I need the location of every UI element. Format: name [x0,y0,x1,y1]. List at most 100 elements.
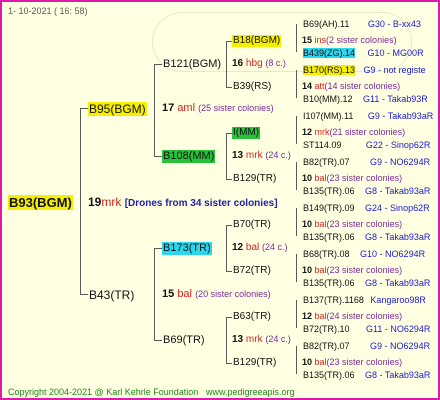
gen4-bee[interactable]: B135(TR).06 G8 - Takab93aR [302,278,431,289]
connector-line [80,108,88,109]
gg-sis: (14 sister colonies) [324,81,401,91]
gg-parent-bee-name[interactable]: B18(BGM) [232,35,282,47]
parent-info: 15 bal (20 sister colonies) [162,289,271,300]
gen4-bee[interactable]: B170(RS).13 G9 - not registe [302,65,427,76]
gen4-ref: G22 - Sinop62R [365,140,431,150]
gg-parent-info: 12 bal(24 sister colonies) [302,312,402,321]
root-bee-name[interactable]: B93(BGM) [8,195,73,210]
gen4-ref: Kangaroo98R [370,295,426,305]
gg-mark: bal [314,173,327,183]
gg-mark: bal [314,219,327,229]
gen4-name: B439(ZG).14 [303,48,356,58]
gg-sis: (24 sister colonies) [326,311,403,321]
grandparent-mark: hbg [245,58,263,69]
gen4-bee[interactable]: B72(TR).10 G11 - NO6294R [302,324,431,335]
connector-line [296,70,297,98]
gen4-name: B82(TR).07 [303,341,350,351]
gg-num: 10 [302,219,313,229]
gen4-name: B170(RS).13 [303,65,356,75]
gen4-name: ST114.09 [303,140,342,150]
gg-num: 15 [302,35,313,45]
connector-line [80,108,81,294]
pedigree-frame: 1- 10-2021 ( 16: 58) B93(BGM) 19mrk [Dro… [0,0,440,400]
gen4-bee[interactable]: B135(TR).06 G8 - Takab93aR [302,232,431,243]
gen4-bee[interactable]: B137(TR).1168 Kangaroo98R [302,295,427,306]
gen4-bee[interactable]: B439(ZG).14 G10 - MG00R [302,48,425,59]
parent-num: 15 [162,288,175,300]
gen4-bee[interactable]: B10(MM).12 G11 - Takab93R [302,94,429,105]
connector-line [154,64,155,156]
root-info: 19mrk [Drones from 34 sister colonies] [88,196,278,209]
gg-mark: ins [314,35,327,45]
connector-line [154,248,162,249]
parent-bee-name[interactable]: B95(BGM) [88,102,147,116]
gen4-ref: G9 - not registe [363,65,426,75]
parent-mark: bal [177,288,192,300]
connector-line [226,225,227,271]
parent-mark: aml [177,102,196,114]
gg-sis: (23 sister colonies) [326,265,403,275]
gen4-bee[interactable]: I107(MM).11 G9 - Takab93aR [302,111,434,122]
gg-mark: bal [314,357,327,367]
grandparent-bee-name[interactable]: B69(TR) [162,334,206,347]
grandparent-num: 13 [232,150,244,161]
gen4-ref: G11 - NO6294R [366,324,431,334]
gen4-bee[interactable]: B68(TR).08 G10 - NO6294R [302,249,426,260]
gen4-bee[interactable]: B69(AH).11 G30 - B-xx43 [302,19,422,30]
grandparent-bee-name[interactable]: B121(BGM) [162,58,222,71]
connector-line [296,162,297,190]
gg-parent-bee-name[interactable]: B129(TR) [232,357,277,369]
gg-mark: att [314,81,325,91]
gg-parent-bee-name[interactable]: B63(TR) [232,311,272,323]
gg-parent-bee-name[interactable]: B70(TR) [232,219,272,231]
grandparent-info: 16 hbg (8 c.) [232,59,286,69]
gen4-bee[interactable]: B135(TR).06 G8 - Takab93aR [302,370,431,381]
connector-line [154,156,162,157]
connector-line [296,116,297,144]
gen4-bee[interactable]: B135(TR).06 G8 - Takab93aR [302,186,431,197]
copyright-text: Copyright 2004-2021 @ Karl Kehrle Founda… [8,387,199,397]
gg-sis: (23 sister colonies) [326,173,403,183]
gg-parent-bee-name[interactable]: B39(RS) [232,81,272,93]
grandparent-sis: (8 c.) [265,58,286,68]
connector-line [226,133,227,179]
connector-line [296,24,297,52]
gen4-ref: G8 - Takab93aR [365,186,431,196]
website-link[interactable]: www.pedigreeapis.org [206,388,295,397]
gg-num: 10 [302,173,313,183]
gen4-name: B72(TR).10 [303,324,350,334]
gg-num: 10 [302,265,313,275]
gg-parent-bee-name[interactable]: I(MM) [232,127,261,139]
grandparent-mark: bal [245,242,260,253]
gen4-name: B10(MM).12 [303,94,353,104]
gen4-ref: G8 - Takab93aR [365,278,431,288]
gg-num: 12 [302,127,313,137]
gen4-bee[interactable]: ST114.09 G22 - Sinop62R [302,140,431,151]
connector-line [296,346,297,374]
gg-parent-info: 10 bal(23 sister colonies) [302,220,402,229]
root-num: 19 [88,195,102,209]
grandparent-sis: (24 c.) [262,242,288,252]
connector-line [296,254,297,282]
grandparent-bee-name[interactable]: B108(MM) [162,150,216,163]
grandparent-num: 16 [232,58,244,69]
grandparent-bee-name[interactable]: B173(TR) [162,242,212,255]
grandparent-info: 13 mrk (24 c.) [232,151,291,161]
grandparent-info: 13 mrk (24 c.) [232,335,291,345]
gg-parent-bee-name[interactable]: B72(TR) [232,265,272,277]
gen4-bee[interactable]: B82(TR).07 G9 - NO6294R [302,341,431,352]
gen4-name: B135(TR).06 [303,232,355,242]
parent-bee-name[interactable]: B43(TR) [88,288,135,302]
gen4-name: B135(TR).06 [303,370,355,380]
connector-line [296,208,297,236]
gen4-bee[interactable]: B82(TR).07 G9 - NO6294R [302,157,431,168]
gen4-bee[interactable]: B149(TR).09 G24 - Sinop62R [302,203,431,214]
gen4-ref: G24 - Sinop62R [365,203,430,213]
gen4-ref: G10 - MG00R [367,48,424,58]
connector-line [296,300,297,328]
gg-parent-bee-name[interactable]: B129(TR) [232,173,277,185]
gen4-ref: G8 - Takab93aR [365,232,431,242]
parent-sis: (25 sister colonies) [198,103,274,113]
gg-parent-info: 10 bal(23 sister colonies) [302,266,402,275]
gg-sis: (2 sister colonies) [326,35,397,45]
